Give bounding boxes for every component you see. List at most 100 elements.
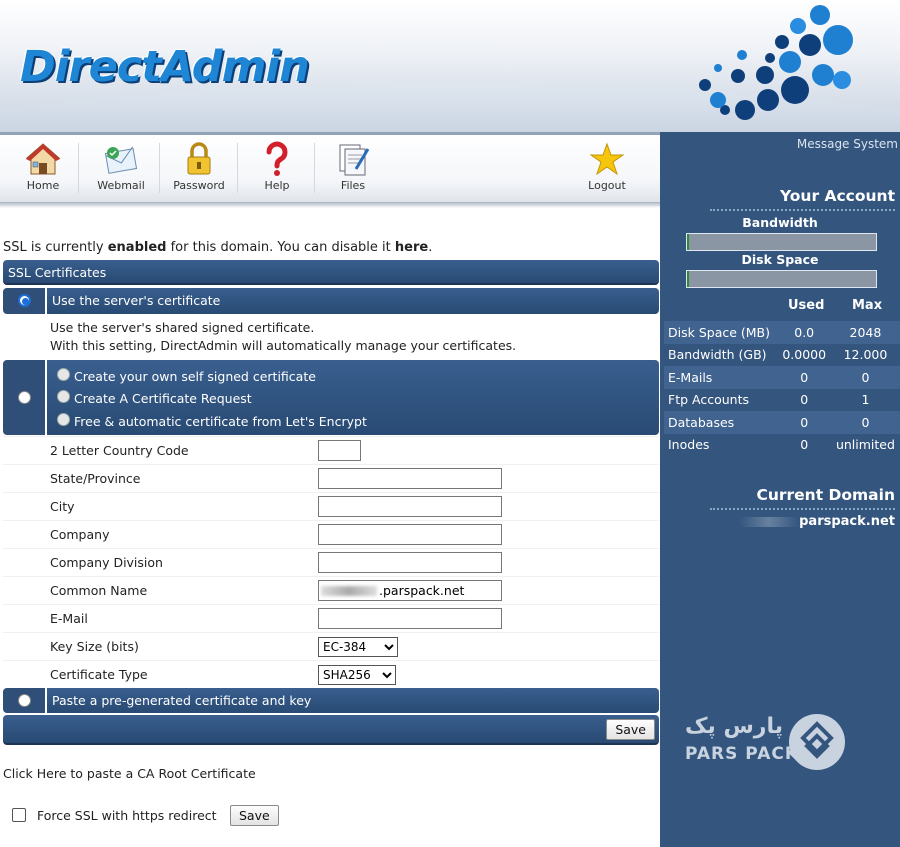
state-label: State/Province bbox=[50, 471, 141, 486]
create-certificate-radio[interactable] bbox=[18, 391, 31, 404]
common-name-blurred-prefix bbox=[321, 586, 377, 596]
server-certificate-radio[interactable] bbox=[18, 294, 31, 307]
toolbar-webmail[interactable]: Webmail bbox=[90, 135, 152, 202]
usage-row-max: 0 bbox=[830, 366, 900, 389]
current-domain-divider bbox=[710, 508, 895, 510]
toolbar-password[interactable]: Password bbox=[168, 135, 230, 202]
ssl-status-prefix: SSL is currently bbox=[3, 240, 108, 255]
option-create-certificate-row[interactable]: Create your own self signed certificate … bbox=[3, 360, 659, 435]
your-account-divider bbox=[710, 209, 895, 211]
option-paste-certificate-row[interactable]: Paste a pre-generated certificate and ke… bbox=[3, 688, 659, 713]
key-size-select[interactable]: EC-384 bbox=[318, 637, 398, 657]
option-server-certificate-row[interactable]: Use the server's certificate bbox=[3, 288, 659, 314]
toolbar: Home Webmail Password Help Files Logout bbox=[0, 135, 660, 202]
ssl-status-end: . bbox=[428, 240, 433, 255]
division-input[interactable] bbox=[318, 552, 502, 573]
toolbar-logout[interactable]: Logout bbox=[578, 135, 636, 202]
usage-row-max: 0 bbox=[830, 411, 900, 434]
option-create-label-cell: Create your own self signed certificate … bbox=[47, 360, 659, 435]
current-domain-text: parspack.net bbox=[799, 514, 895, 529]
toolbar-help[interactable]: Help bbox=[250, 135, 304, 202]
self-signed-label: Create your own self signed certificate bbox=[74, 369, 316, 384]
ca-root-certificate-link[interactable]: Click Here to paste a CA Root Certificat… bbox=[3, 766, 256, 781]
bandwidth-meter bbox=[686, 233, 877, 251]
bandwidth-label: Bandwidth bbox=[742, 215, 818, 230]
header-banner: DirectAdmin bbox=[0, 0, 900, 132]
files-icon bbox=[339, 144, 370, 176]
common-name-label: Common Name bbox=[50, 583, 148, 598]
usage-row-name: Inodes bbox=[668, 437, 710, 453]
company-label: Company bbox=[50, 527, 110, 542]
usage-row-used: 0 bbox=[777, 366, 831, 389]
company-row: Company bbox=[3, 520, 659, 548]
certificate-type-row: Certificate Type SHA256 bbox=[3, 660, 659, 688]
usage-row-name: E-Mails bbox=[664, 366, 778, 389]
certificate-type-select[interactable]: SHA256 bbox=[318, 665, 396, 685]
toolbar-separator bbox=[159, 143, 160, 193]
usage-row: Ftp Accounts 0 1 bbox=[664, 389, 900, 412]
ssl-status-mid: for this domain. You can disable it bbox=[166, 240, 395, 255]
current-domain-value[interactable]: parspack.net bbox=[739, 514, 895, 529]
country-code-label: 2 Letter Country Code bbox=[50, 443, 189, 458]
usage-row-max: 12.000 bbox=[843, 347, 888, 363]
usage-row-used: 0 bbox=[800, 392, 809, 408]
usage-row: Disk Space (MB) 0.0 2048 bbox=[664, 321, 900, 344]
city-input[interactable] bbox=[318, 496, 502, 517]
directadmin-logo[interactable]: DirectAdmin bbox=[20, 42, 310, 92]
division-label: Company Division bbox=[50, 555, 163, 570]
certificate-request-radio[interactable] bbox=[57, 390, 70, 403]
usage-row-used: 0.0 bbox=[777, 321, 831, 344]
toolbar-separator bbox=[237, 143, 238, 193]
usage-row-max: unlimited bbox=[835, 437, 895, 453]
option-server-label-cell: Use the server's certificate bbox=[47, 288, 659, 314]
watermark-en-text: PARS PACK bbox=[685, 744, 800, 764]
usage-col-used: Used bbox=[788, 298, 825, 313]
disable-ssl-link[interactable]: here bbox=[395, 240, 428, 255]
usage-row-name: Bandwidth (GB) bbox=[668, 347, 767, 363]
parspack-watermark: پارس پک PARS PACK bbox=[685, 712, 850, 774]
paste-certificate-label: Paste a pre-generated certificate and ke… bbox=[52, 693, 312, 708]
common-name-row: Common Name bbox=[3, 576, 659, 604]
toolbar-files[interactable]: Files bbox=[325, 135, 381, 202]
usage-row-name: Disk Space (MB) bbox=[664, 321, 778, 344]
key-size-label: Key Size (bits) bbox=[50, 639, 139, 654]
message-system-link[interactable]: Message System bbox=[797, 137, 898, 151]
usage-row-name: Databases bbox=[664, 411, 778, 434]
state-input[interactable] bbox=[318, 468, 502, 489]
paste-certificate-radio[interactable] bbox=[18, 694, 31, 707]
self-signed-radio[interactable] bbox=[57, 368, 70, 381]
usage-row-used: 0.0000 bbox=[782, 347, 827, 363]
webmail-icon bbox=[104, 146, 138, 174]
state-row: State/Province bbox=[3, 464, 659, 492]
ssl-status-text: SSL is currently enabled for this domain… bbox=[3, 240, 432, 255]
force-ssl-label: Force SSL with https redirect bbox=[37, 808, 217, 823]
certificate-type-label: Certificate Type bbox=[50, 667, 148, 682]
current-domain-blurred-prefix bbox=[739, 516, 800, 527]
disk-space-label: Disk Space bbox=[741, 252, 819, 267]
usage-row: Inodes 0 unlimited bbox=[664, 434, 900, 457]
watermark-fa-text: پارس پک bbox=[685, 714, 783, 739]
save-certificate-button[interactable]: Save bbox=[606, 719, 655, 740]
toolbar-files-label: Files bbox=[340, 179, 366, 192]
force-ssl-save-button[interactable]: Save bbox=[230, 805, 279, 826]
toolbar-home[interactable]: Home bbox=[15, 135, 71, 202]
city-label: City bbox=[50, 499, 75, 514]
usage-row: E-Mails 0 0 bbox=[664, 366, 900, 389]
email-row: E-Mail bbox=[3, 604, 659, 632]
lets-encrypt-radio[interactable] bbox=[57, 413, 70, 426]
toolbar-webmail-label: Webmail bbox=[97, 179, 145, 192]
country-code-input[interactable] bbox=[318, 440, 361, 461]
force-ssl-checkbox[interactable] bbox=[12, 808, 26, 822]
toolbar-home-label: Home bbox=[26, 179, 60, 192]
email-input[interactable] bbox=[318, 608, 502, 629]
padlock-icon bbox=[187, 142, 211, 175]
toolbar-separator bbox=[314, 143, 315, 193]
usage-row-used: 0 bbox=[777, 411, 831, 434]
division-row: Company Division bbox=[3, 548, 659, 576]
disk-space-meter-fill bbox=[687, 271, 689, 287]
option-paste-label-cell: Paste a pre-generated certificate and ke… bbox=[47, 688, 659, 713]
usage-row-max: 2048 bbox=[830, 321, 900, 344]
company-input[interactable] bbox=[318, 524, 502, 545]
ssl-status-enabled: enabled bbox=[107, 240, 167, 255]
toolbar-separator bbox=[78, 143, 79, 193]
